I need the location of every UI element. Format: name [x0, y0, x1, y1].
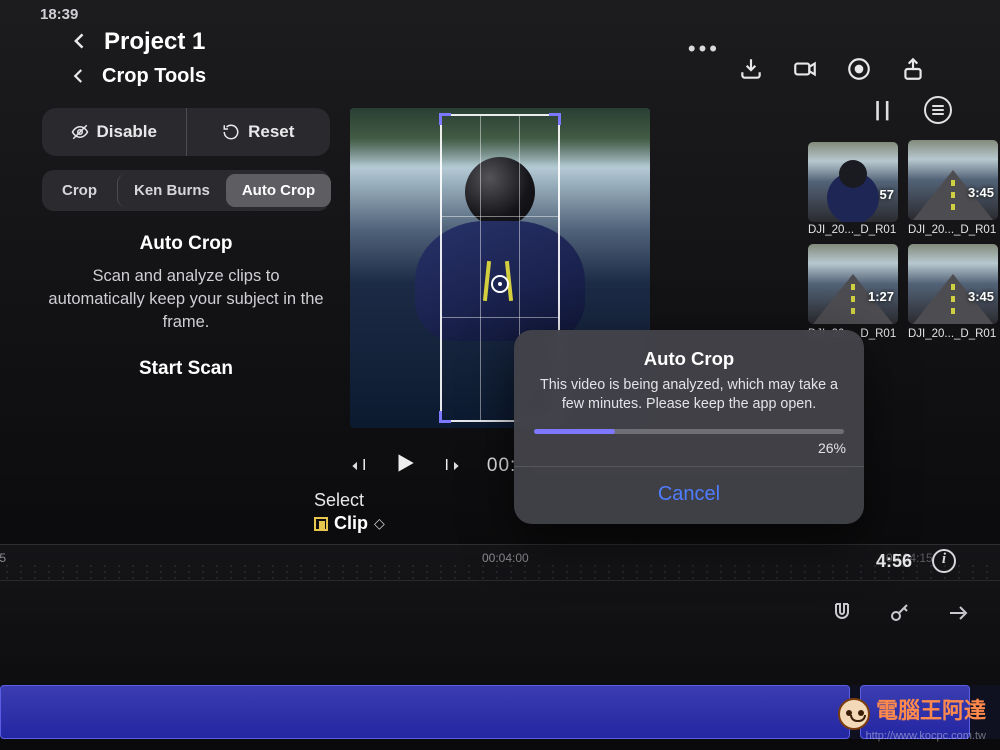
header-row-1: Project 1 — [70, 26, 205, 58]
disable-label: Disable — [97, 122, 157, 142]
crop-mode-segment: Crop Ken Burns Auto Crop — [42, 170, 330, 211]
chevron-updown-icon: ◇ — [374, 515, 385, 532]
reset-label: Reset — [248, 122, 294, 142]
autocrop-progress-dialog: Auto Crop This video is being analyzed, … — [514, 330, 864, 524]
dialog-title: Auto Crop — [530, 348, 848, 370]
media-clip[interactable]: 1:27 DJI_20..._D_R01 — [808, 244, 898, 340]
ruler-tick: 00:04:00 — [482, 551, 529, 565]
timeline-tools — [830, 601, 970, 625]
timecode-display: 00: — [487, 455, 516, 477]
watermark-avatar-icon — [838, 698, 870, 730]
seg-autocrop[interactable]: Auto Crop — [226, 174, 331, 207]
import-icon[interactable] — [738, 56, 764, 82]
progress-fill — [534, 429, 615, 434]
key-icon[interactable] — [888, 601, 912, 625]
crop-handle-tr[interactable] — [549, 113, 561, 125]
media-library: 1:57 DJI_20..._D_R01 3:45 DJI_20..._D_R0… — [808, 140, 1000, 348]
app-root: 18:39 Project 1 Crop Tools ••• || — [0, 0, 1000, 750]
timeline-duration: 4:56 — [876, 551, 912, 572]
media-clip[interactable]: 1:57 DJI_20..._D_R01 — [808, 140, 898, 236]
clip-name: DJI_20..._D_R01 — [908, 220, 998, 236]
select-label: Select — [314, 490, 385, 511]
clip-selector[interactable]: Clip ◇ — [314, 513, 385, 534]
panel-back-button[interactable] — [70, 60, 88, 92]
crop-handle-tl[interactable] — [439, 113, 451, 125]
tracking-marker[interactable] — [491, 275, 509, 293]
step-back-button[interactable]: I — [350, 457, 366, 475]
watermark: 電腦王阿達 http://www.kocpc.com.tw — [838, 693, 986, 742]
disable-button[interactable]: Disable — [42, 108, 187, 156]
dialog-body: This video is being analyzed, which may … — [530, 376, 848, 415]
crop-actions: Disable Reset — [42, 108, 330, 156]
autocrop-description: Scan and analyze clips to automatically … — [42, 265, 330, 334]
select-row: Select Clip ◇ — [314, 490, 385, 534]
timeline-ruler[interactable]: .5 00:04:00 00:04:15 4:56 i — [0, 545, 1000, 581]
clip-icon — [314, 517, 328, 531]
play-button[interactable] — [392, 450, 418, 481]
back-button[interactable] — [70, 26, 90, 58]
pause-icon[interactable]: || — [875, 99, 894, 122]
magnet-icon[interactable] — [830, 601, 854, 625]
autocrop-heading: Auto Crop — [42, 233, 330, 255]
status-time: 18:39 — [40, 6, 78, 23]
reset-icon — [222, 123, 240, 141]
start-scan-button[interactable]: Start Scan — [42, 358, 330, 380]
timeline-clip[interactable] — [0, 685, 850, 739]
eye-off-icon — [71, 123, 89, 141]
panel-title: Crop Tools — [102, 65, 206, 88]
info-icon[interactable]: i — [932, 549, 956, 573]
clip-name: DJI_20..._D_R01 — [908, 324, 998, 340]
clip-selector-label: Clip — [334, 513, 368, 534]
crop-handle-bl[interactable] — [439, 411, 451, 423]
watermark-url: http://www.kocpc.com.tw — [838, 730, 986, 742]
cancel-button[interactable]: Cancel — [530, 467, 848, 524]
more-button[interactable]: ••• — [688, 36, 720, 62]
header-row-2: Crop Tools — [70, 60, 206, 92]
clip-name: DJI_20..._D_R01 — [808, 220, 898, 236]
ruler-tick: .5 — [0, 551, 6, 565]
reset-button[interactable]: Reset — [187, 108, 331, 156]
transport-controls: I I 00: — [350, 450, 516, 481]
progress-percent: 26% — [530, 438, 848, 466]
watermark-text: 電腦王阿達 — [876, 698, 986, 723]
project-title[interactable]: Project 1 — [104, 28, 205, 56]
step-forward-button[interactable]: I — [444, 457, 460, 475]
inspector-panel: Disable Reset Crop Ken Burns Auto Crop A… — [42, 108, 330, 380]
viewer-toolbar: || — [875, 96, 952, 124]
seg-kenburns[interactable]: Ken Burns — [117, 174, 226, 207]
media-clip[interactable]: 3:45 DJI_20..._D_R01 — [908, 244, 998, 340]
arrow-right-icon[interactable] — [946, 601, 970, 625]
camera-icon[interactable] — [792, 56, 818, 82]
progress-bar — [534, 429, 844, 434]
media-clip[interactable]: 3:45 DJI_20..._D_R01 — [908, 140, 998, 236]
seg-crop[interactable]: Crop — [46, 174, 113, 207]
display-options-button[interactable] — [924, 96, 952, 124]
top-toolbar — [738, 56, 926, 82]
voiceover-icon[interactable] — [846, 56, 872, 82]
share-icon[interactable] — [900, 56, 926, 82]
